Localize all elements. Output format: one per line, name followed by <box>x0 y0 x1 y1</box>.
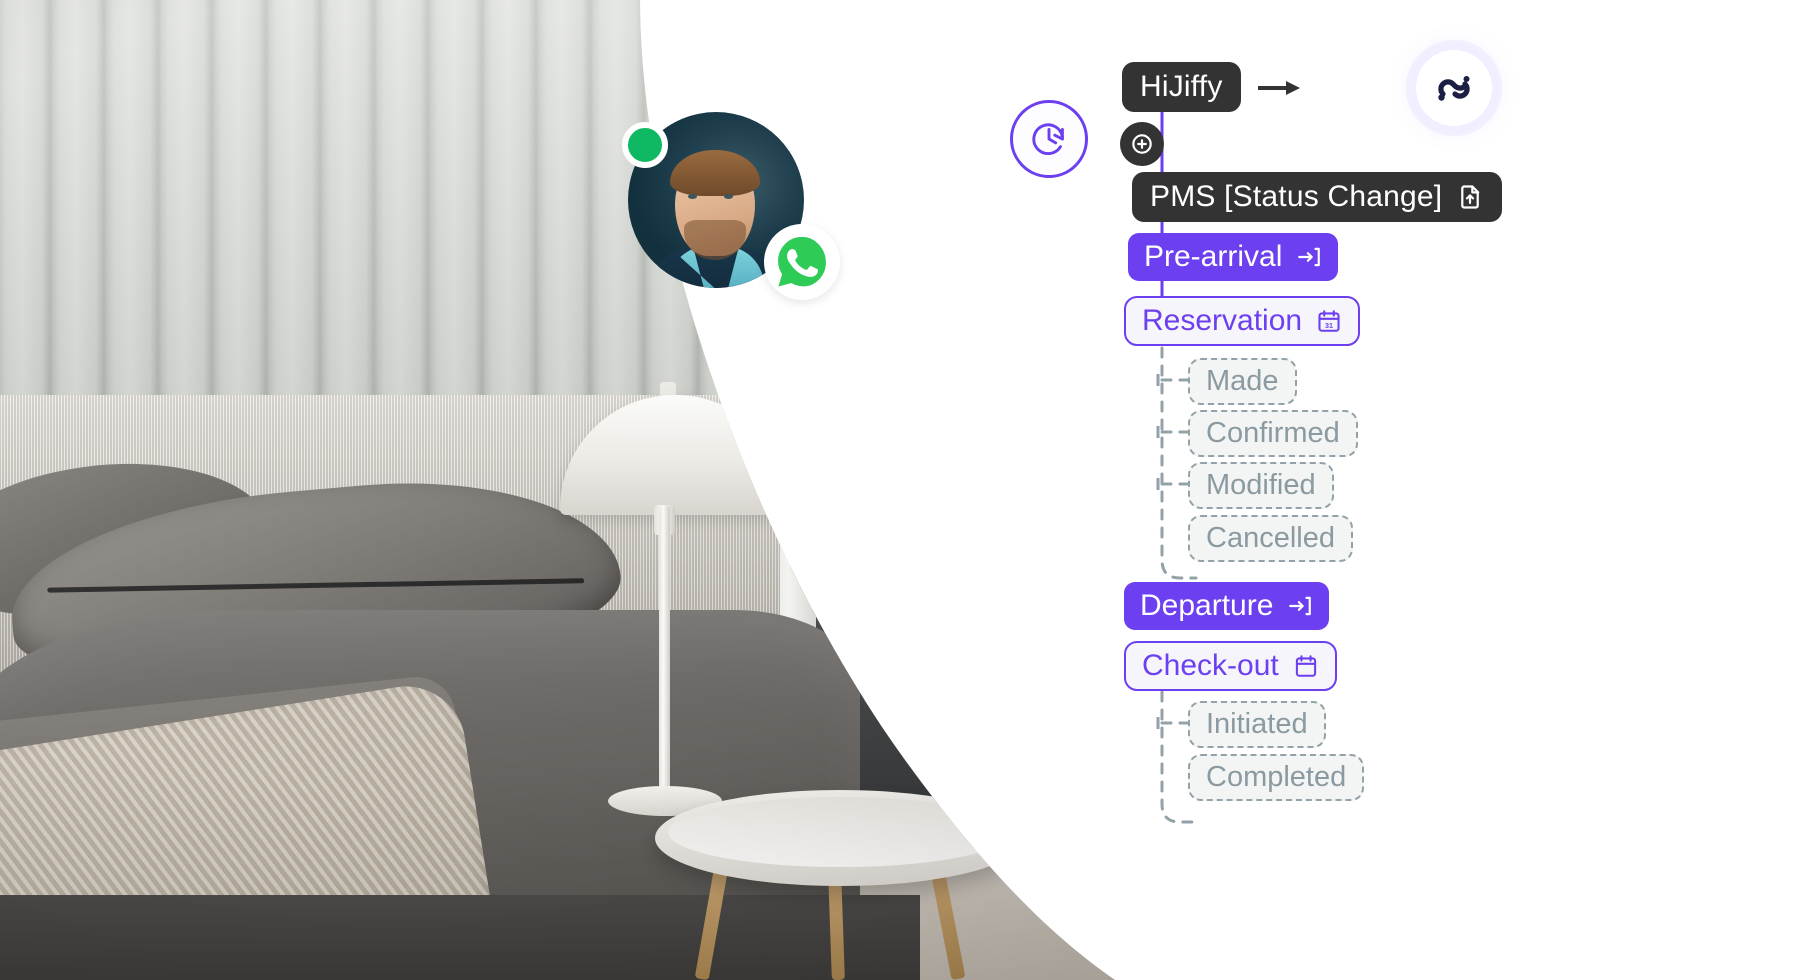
status-initiated[interactable]: Initiated <box>1188 701 1326 748</box>
calendar-31-icon: 31 <box>1316 308 1342 334</box>
source-node-hijiffy[interactable]: HiJiffy <box>1122 62 1241 112</box>
avatar-hair <box>670 150 760 196</box>
screenshot-root: HiJiffy PMS [Status Change] Pre-arrival … <box>0 0 1800 980</box>
status-label-confirmed: Confirmed <box>1188 410 1358 457</box>
avatar-eye <box>724 194 733 199</box>
event-pill-reservation: Reservation 31 <box>1124 296 1361 346</box>
status-cancelled[interactable]: Cancelled <box>1188 515 1353 562</box>
clock-history-icon <box>1026 116 1072 162</box>
status-completed[interactable]: Completed <box>1188 754 1365 801</box>
calendar-icon <box>1293 653 1319 679</box>
source-pill-pms: PMS [Status Change] <box>1132 172 1503 222</box>
status-made[interactable]: Made <box>1188 358 1297 405</box>
stage-label-pre-arrival: Pre-arrival <box>1144 240 1283 273</box>
status-label-made: Made <box>1188 358 1297 405</box>
event-reservation[interactable]: Reservation 31 <box>1124 296 1361 346</box>
status-label-modified: Modified <box>1188 462 1334 509</box>
stage-pill-pre-arrival: Pre-arrival <box>1128 233 1339 281</box>
guest-avatar-cluster <box>622 112 848 312</box>
add-step-node[interactable] <box>1120 122 1164 166</box>
photo-canvas <box>0 0 1140 980</box>
hijiffy-logo-icon <box>1430 64 1478 112</box>
stage-pill-departure: Departure <box>1124 582 1330 630</box>
source-label-pms: PMS [Status Change] <box>1150 180 1443 213</box>
hotel-room-photo <box>0 0 1140 980</box>
online-status-dot <box>622 122 668 168</box>
status-label-initiated: Initiated <box>1188 701 1326 748</box>
hijiffy-logo-node <box>1416 50 1492 126</box>
svg-text:31: 31 <box>1325 322 1333 330</box>
event-pill-check-out: Check-out <box>1124 641 1337 691</box>
arrow-right-bracket-icon <box>1296 244 1322 270</box>
event-label-reservation: Reservation <box>1142 304 1303 337</box>
stage-label-departure: Departure <box>1140 589 1274 622</box>
source-label-hijiffy: HiJiffy <box>1122 62 1241 112</box>
whatsapp-icon <box>772 232 832 292</box>
stage-departure[interactable]: Departure <box>1124 582 1330 630</box>
background-wall-right <box>790 0 1140 700</box>
status-modified[interactable]: Modified <box>1188 462 1334 509</box>
avatar-eye <box>688 194 697 199</box>
whatsapp-badge <box>764 224 840 300</box>
trigger-clock-node[interactable] <box>1010 100 1088 178</box>
status-label-completed: Completed <box>1188 754 1365 801</box>
photo-vignette <box>0 0 1140 980</box>
automation-flow-diagram: HiJiffy PMS [Status Change] Pre-arrival … <box>1010 0 1800 980</box>
stage-pre-arrival[interactable]: Pre-arrival <box>1128 233 1339 281</box>
plus-circle-icon <box>1129 131 1155 157</box>
arrow-right-bracket-icon <box>1287 593 1313 619</box>
event-label-check-out: Check-out <box>1142 649 1279 682</box>
file-upload-icon <box>1456 183 1484 211</box>
source-node-pms[interactable]: PMS [Status Change] <box>1132 172 1503 222</box>
status-label-cancelled: Cancelled <box>1188 515 1353 562</box>
event-check-out[interactable]: Check-out <box>1124 641 1337 691</box>
status-confirmed[interactable]: Confirmed <box>1188 410 1358 457</box>
